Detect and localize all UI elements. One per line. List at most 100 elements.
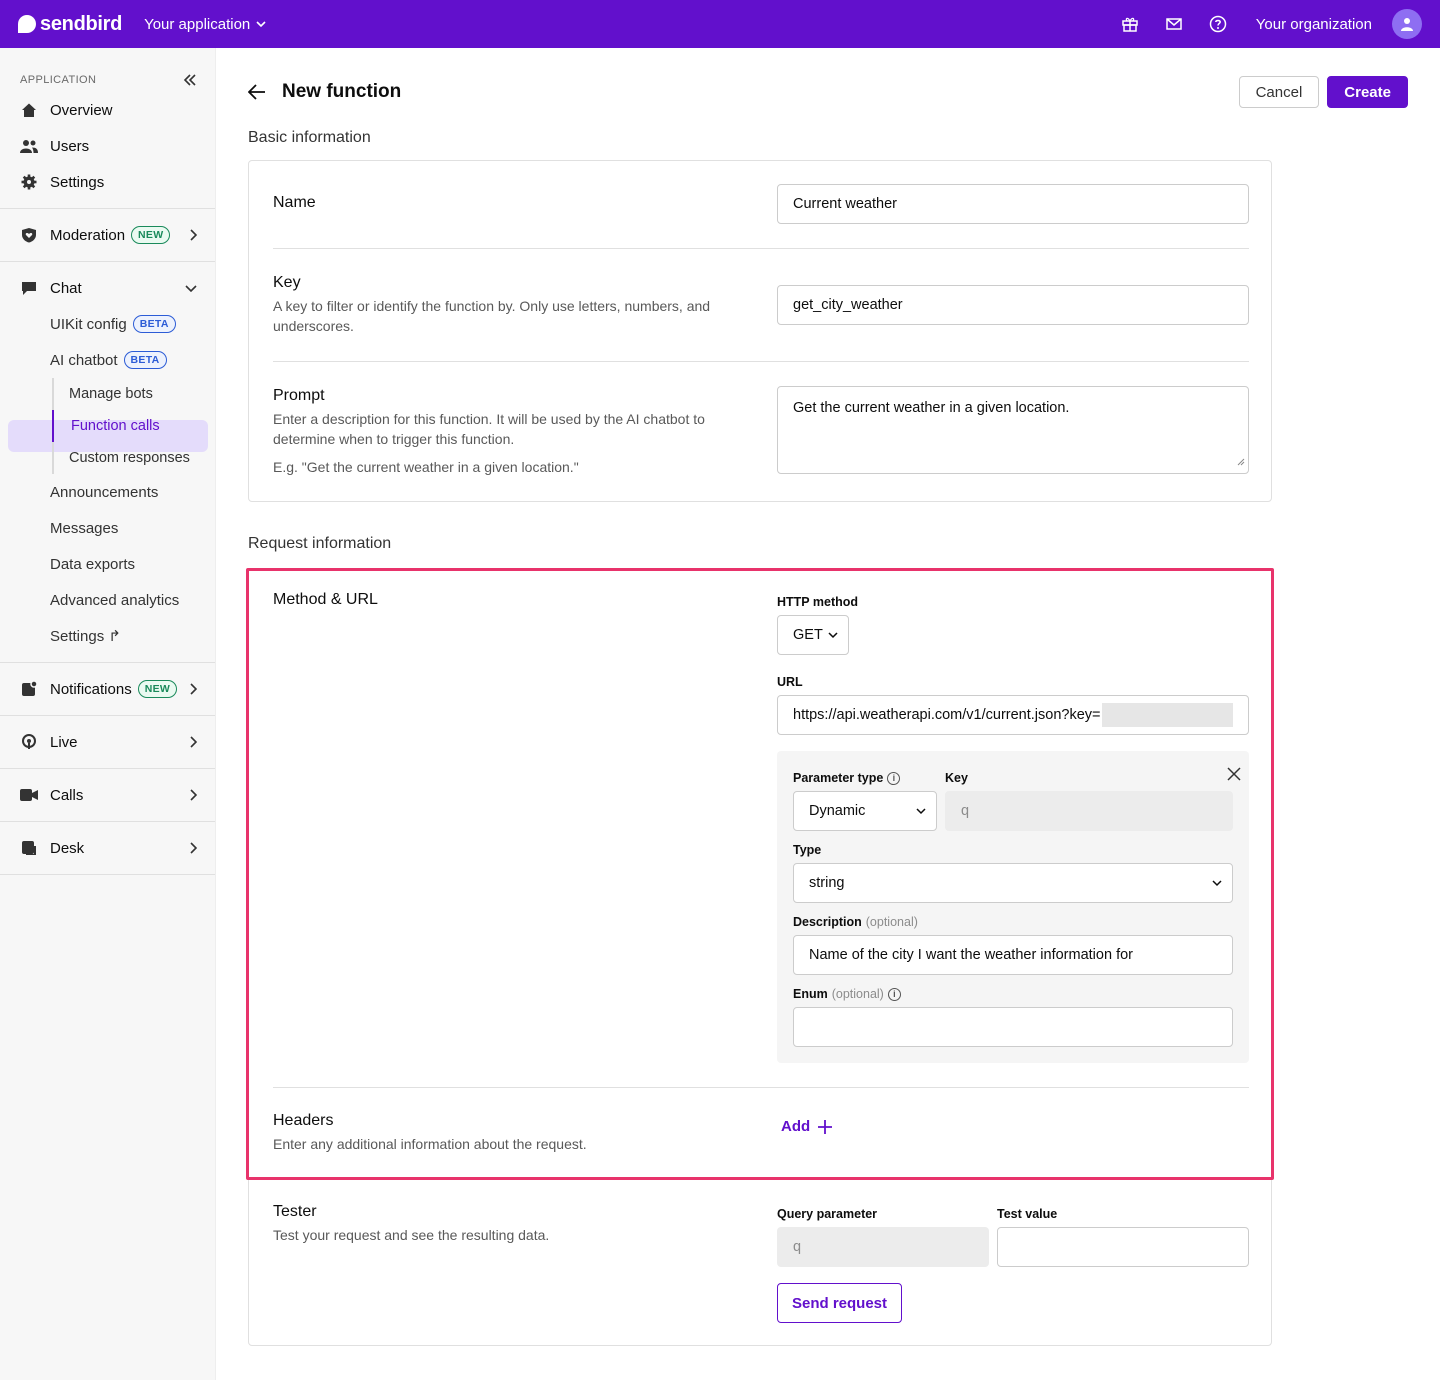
enum-label: Enum (optional) i [793, 987, 901, 1001]
sidebar-item-data-exports[interactable]: Data exports [0, 546, 215, 582]
chat-bubble-icon [20, 279, 38, 297]
type-select[interactable]: string [793, 863, 1233, 903]
main-content: New function Cancel Create Basic informa… [216, 48, 1440, 1380]
enum-input[interactable] [793, 1007, 1233, 1047]
sidebar-item-uikit-config[interactable]: UIKit config BETA [0, 306, 215, 342]
url-input[interactable]: https://api.weatherapi.com/v1/current.js… [777, 695, 1249, 735]
create-button[interactable]: Create [1327, 76, 1408, 108]
sidebar-item-moderation[interactable]: Moderation NEW [0, 217, 215, 253]
sidebar-item-label: Users [50, 137, 90, 155]
chevron-right-icon [189, 736, 197, 748]
chevron-down-icon [1212, 879, 1222, 887]
divider [273, 1087, 1249, 1088]
description-input[interactable]: Name of the city I want the weather info… [793, 935, 1233, 975]
http-method-label: HTTP method [777, 595, 859, 609]
info-icon[interactable]: i [887, 987, 901, 1001]
shield-heart-icon [20, 226, 38, 244]
sidebar-item-function-calls[interactable]: Function calls [52, 410, 215, 442]
headers-label: Headers [273, 1112, 334, 1129]
video-camera-icon [20, 786, 38, 804]
sidebar-item-calls[interactable]: Calls [0, 777, 215, 813]
sidebar-item-label: Moderation [50, 226, 126, 244]
param-key-label: Key [945, 771, 968, 785]
type-label: Type [793, 843, 822, 857]
notification-icon [20, 680, 38, 698]
tester-description: Test your request and see the resulting … [273, 1227, 550, 1243]
mail-icon[interactable] [1162, 12, 1186, 36]
parameter-type-select[interactable]: Dynamic [793, 791, 937, 831]
url-value: https://api.weatherapi.com/v1/current.js… [793, 707, 1101, 723]
sidebar-item-announcements[interactable]: Announcements [0, 474, 215, 510]
sidebar-item-settings[interactable]: Settings [0, 164, 215, 200]
plus-icon [818, 1119, 833, 1134]
method-url-label: Method & URL [273, 591, 378, 608]
gift-icon[interactable] [1118, 12, 1142, 36]
sidebar-item-label: Overview [50, 101, 113, 119]
request-information-title: Request information [248, 535, 392, 552]
home-icon [20, 101, 38, 119]
prompt-textarea[interactable]: Get the current weather in a given locat… [777, 386, 1249, 474]
sidebar-item-ai-chatbot[interactable]: AI chatbot BETA [0, 342, 215, 378]
sidebar-item-desk[interactable]: Desk [0, 830, 215, 866]
sidebar-item-notifications[interactable]: Notifications NEW [0, 671, 215, 707]
application-switcher[interactable]: Your application [144, 16, 266, 33]
organization-name[interactable]: Your organization [1256, 16, 1372, 33]
sidebar-item-custom-responses[interactable]: Custom responses [54, 442, 215, 474]
chevron-down-icon [256, 21, 266, 28]
info-icon[interactable]: i [887, 771, 901, 785]
beta-badge: BETA [123, 351, 167, 369]
query-parameter-input: q [777, 1227, 989, 1267]
user-avatar-icon[interactable] [1392, 9, 1422, 39]
help-icon[interactable] [1206, 12, 1230, 36]
logo-mark-icon [18, 15, 36, 33]
sidebar-item-label: Live [50, 733, 78, 751]
parameter-box: Parameter type i Key Dynamic q Type stri… [777, 751, 1249, 1063]
sidebar-item-label: Desk [50, 839, 85, 857]
sidebar-item-label: Calls [50, 786, 84, 804]
desk-icon [20, 839, 38, 857]
request-information-card: Method & URL HTTP method GET URL https:/… [248, 568, 1272, 1346]
sidebar-item-manage-bots[interactable]: Manage bots [54, 378, 215, 410]
sidebar-item-chat-settings[interactable]: Settings ↱ [0, 618, 215, 654]
resize-handle-icon[interactable] [1237, 454, 1245, 470]
new-badge: NEW [131, 226, 171, 244]
prompt-description: Enter a description for this function. I… [273, 411, 705, 447]
test-value-input[interactable] [997, 1227, 1249, 1267]
cancel-button[interactable]: Cancel [1238, 76, 1320, 108]
type-value: string [809, 875, 845, 891]
sidebar-item-advanced-analytics[interactable]: Advanced analytics [0, 582, 215, 618]
chevron-down-icon [185, 284, 197, 292]
url-label: URL [777, 675, 803, 689]
sidebar-item-label: AI chatbot [50, 351, 118, 369]
http-method-select[interactable]: GET [777, 615, 849, 655]
back-arrow-icon[interactable] [248, 82, 268, 102]
sidebar-item-overview[interactable]: Overview [0, 92, 215, 128]
basic-information-title: Basic information [248, 129, 371, 146]
close-icon[interactable] [1227, 767, 1241, 786]
divider [273, 361, 1249, 362]
sidebar: APPLICATION Overview Users Settings Mode… [0, 48, 216, 1380]
sidebar-item-live[interactable]: Live [0, 724, 215, 760]
sidebar-item-label: Notifications [50, 680, 132, 698]
param-key-input: q [945, 791, 1233, 831]
description-label: Description (optional) [793, 915, 918, 929]
chevron-right-icon [189, 683, 197, 695]
test-value-label: Test value [997, 1207, 1058, 1221]
sidebar-item-chat[interactable]: Chat [0, 270, 215, 306]
send-request-button[interactable]: Send request [777, 1283, 902, 1323]
add-label: Add [781, 1118, 811, 1135]
sidebar-item-users[interactable]: Users [0, 128, 215, 164]
sidebar-item-messages[interactable]: Messages [0, 510, 215, 546]
key-input[interactable]: get_city_weather [777, 285, 1249, 325]
headers-description: Enter any additional information about t… [273, 1136, 587, 1152]
prompt-text: Get the current weather in a given locat… [793, 400, 1070, 416]
sendbird-logo[interactable]: sendbird [18, 13, 122, 36]
users-icon [20, 137, 38, 155]
tester-label: Tester [273, 1203, 317, 1220]
name-input[interactable]: Current weather [777, 184, 1249, 224]
basic-information-card: Name Current weather Key A key to filter… [248, 160, 1272, 502]
collapse-sidebar-icon[interactable] [183, 74, 197, 86]
page-title: New function [282, 81, 402, 102]
add-header-button[interactable]: Add [781, 1118, 833, 1135]
application-switcher-label: Your application [144, 15, 251, 33]
